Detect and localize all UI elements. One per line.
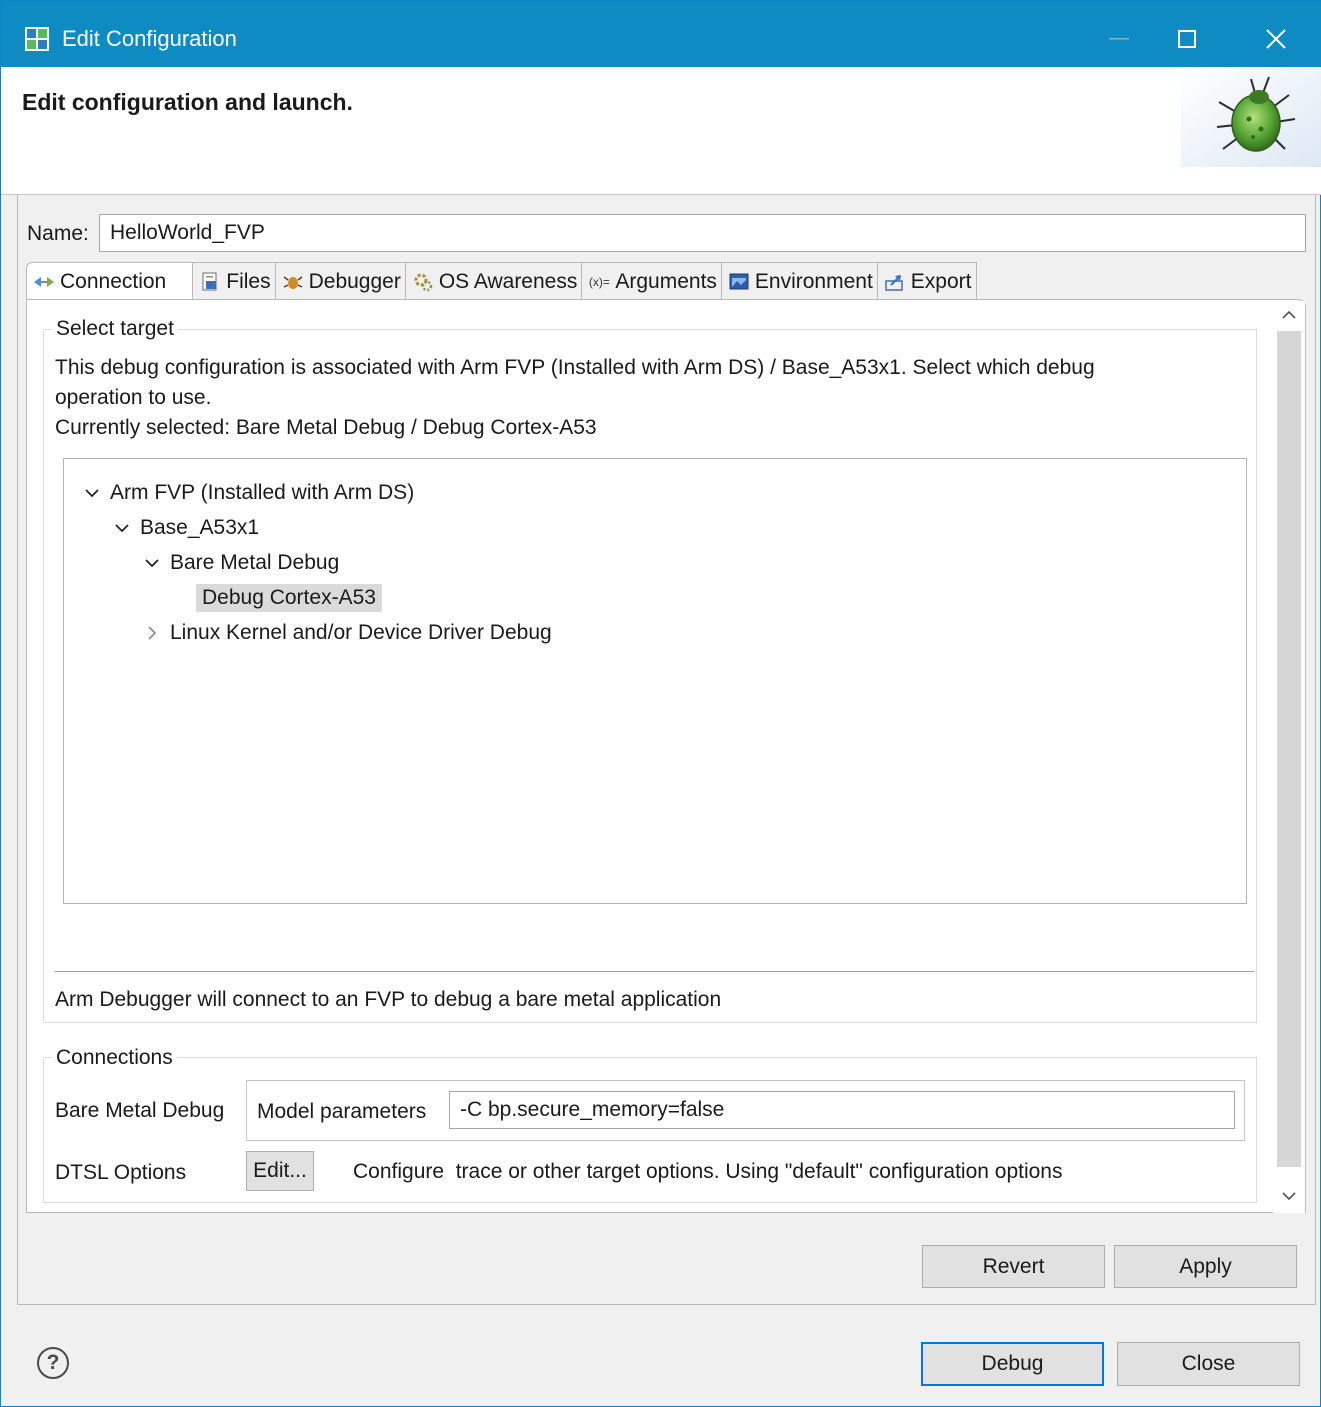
environment-icon	[728, 271, 750, 293]
tree-node-base-a53x1[interactable]: Base_A53x1	[112, 512, 259, 544]
model-parameters-input[interactable]	[449, 1091, 1235, 1129]
tab-os-awareness[interactable]: OS Awareness	[405, 262, 583, 300]
files-icon	[199, 271, 221, 293]
tree-node-bare-metal-debug[interactable]: Bare Metal Debug	[142, 547, 339, 579]
target-tree[interactable]: Arm FVP (Installed with Arm DS) Base_A53…	[63, 458, 1247, 904]
title-bar[interactable]: Edit Configuration	[1, 1, 1321, 67]
export-icon	[884, 271, 906, 293]
os-awareness-icon	[412, 271, 434, 293]
separator	[55, 971, 1254, 972]
tab-label: Files	[226, 269, 271, 293]
tab-debugger[interactable]: Debugger	[275, 262, 406, 300]
bare-metal-debug-label: Bare Metal Debug	[55, 1099, 225, 1122]
debug-button[interactable]: Debug	[921, 1342, 1104, 1386]
scroll-down-icon[interactable]	[1273, 1183, 1305, 1209]
tree-node-label: Base_A53x1	[140, 516, 260, 539]
dialog-header: Edit configuration and launch.	[1, 67, 1321, 195]
dtsl-edit-button[interactable]: Edit...	[246, 1151, 314, 1191]
tab-connection[interactable]: Connection	[26, 262, 194, 300]
debug-banner-icon	[1181, 67, 1321, 167]
tree-node-label: Arm FVP (Installed with Arm DS)	[110, 481, 415, 504]
close-icon	[1266, 29, 1286, 49]
revert-button[interactable]: Revert	[922, 1245, 1105, 1288]
tab-label: Connection	[60, 269, 167, 293]
description-line: operation to use.	[55, 386, 212, 409]
tree-node-linux-kernel-debug[interactable]: Linux Kernel and/or Device Driver Debug	[142, 617, 552, 649]
connection-status-text: Arm Debugger will connect to an FVP to d…	[55, 988, 722, 1011]
dialog-heading: Edit configuration and launch.	[22, 89, 353, 115]
minimize-icon	[1109, 38, 1129, 40]
connection-icon	[33, 271, 55, 293]
window-title: Edit Configuration	[62, 26, 237, 51]
model-parameters-label: Model parameters	[257, 1100, 427, 1123]
tree-node-debug-cortex-a53[interactable]: Debug Cortex-A53	[196, 582, 382, 614]
minimize-button[interactable]	[1096, 18, 1142, 60]
chevron-down-icon[interactable]	[112, 523, 132, 533]
debugger-icon	[282, 271, 304, 293]
help-button[interactable]: ?	[37, 1347, 69, 1379]
arguments-icon: (x)=	[588, 274, 610, 289]
tab-label: Environment	[754, 269, 873, 293]
tab-arguments[interactable]: (x)= Arguments	[582, 262, 722, 300]
target-description: This debug configuration is associated w…	[55, 353, 1095, 443]
tree-node-label: Bare Metal Debug	[170, 551, 340, 574]
dtsl-description: Configure trace or other target options.…	[353, 1160, 1063, 1183]
close-window-button[interactable]	[1253, 18, 1299, 60]
tab-label: Arguments	[615, 269, 717, 293]
tab-label: Debugger	[308, 269, 401, 293]
tab-bar: Connection Files Debugger OS Awareness (…	[26, 262, 977, 300]
tree-node-arm-fvp[interactable]: Arm FVP (Installed with Arm DS)	[82, 477, 414, 509]
select-target-title: Select target	[52, 317, 178, 341]
app-icon	[25, 27, 49, 51]
maximize-button[interactable]	[1164, 18, 1210, 60]
maximize-icon	[1178, 30, 1196, 48]
vertical-scrollbar[interactable]	[1273, 301, 1305, 1213]
tab-export[interactable]: Export	[877, 262, 977, 300]
current-selection-text: Currently selected: Bare Metal Debug / D…	[55, 416, 597, 439]
chevron-right-icon[interactable]	[142, 626, 162, 640]
tab-label: OS Awareness	[438, 269, 578, 293]
connections-title: Connections	[52, 1046, 177, 1070]
tab-files[interactable]: Files	[193, 262, 276, 300]
dtsl-options-label: DTSL Options	[55, 1161, 187, 1184]
edit-configuration-dialog: Edit Configuration Edit configuration an…	[0, 0, 1321, 1407]
tab-environment[interactable]: Environment	[721, 262, 878, 300]
apply-button[interactable]: Apply	[1114, 1245, 1297, 1288]
close-button[interactable]: Close	[1117, 1342, 1300, 1386]
name-input[interactable]	[99, 214, 1306, 252]
tab-label: Export	[910, 269, 972, 293]
chevron-down-icon[interactable]	[142, 558, 162, 568]
scrollbar-thumb[interactable]	[1277, 331, 1301, 1167]
tree-node-label: Linux Kernel and/or Device Driver Debug	[170, 621, 552, 644]
description-line: This debug configuration is associated w…	[55, 356, 1095, 379]
tree-node-label: Debug Cortex-A53	[196, 584, 382, 612]
scroll-up-icon[interactable]	[1273, 301, 1305, 327]
chevron-down-icon[interactable]	[82, 488, 102, 498]
name-label: Name:	[27, 222, 89, 245]
help-icon: ?	[46, 1351, 60, 1374]
